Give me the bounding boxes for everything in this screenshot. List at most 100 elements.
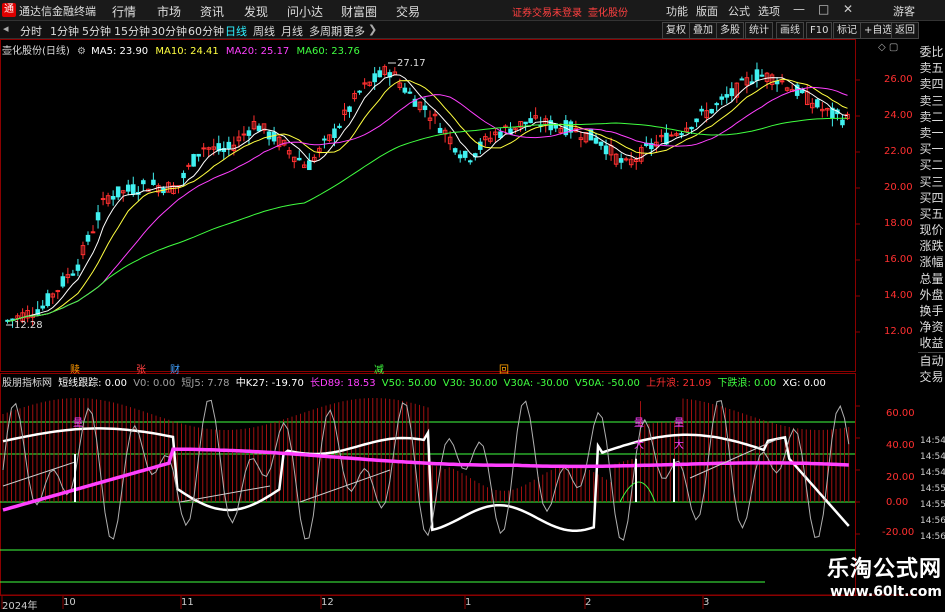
kline-chart[interactable] bbox=[0, 39, 918, 609]
menu-news[interactable]: 资讯 bbox=[200, 3, 224, 20]
more-arrow-icon[interactable]: ❯ bbox=[368, 23, 377, 36]
multi-stock-button[interactable]: 多股 bbox=[716, 22, 744, 39]
menu-discover[interactable]: 发现 bbox=[244, 3, 268, 20]
candle-body bbox=[377, 70, 382, 78]
period-tab-intraday[interactable]: 分时 bbox=[20, 23, 42, 39]
sidebar-item[interactable]: 自动 bbox=[918, 351, 945, 369]
login-warning[interactable]: 证券交易未登录 bbox=[512, 4, 582, 19]
candle-body bbox=[603, 145, 609, 155]
sidebar-item[interactable]: 卖四 bbox=[918, 76, 945, 92]
period-tab-more[interactable]: 更多 bbox=[343, 23, 365, 39]
menu-ask-xiaoda[interactable]: 问小达 bbox=[287, 3, 323, 20]
menu-market-quotes[interactable]: 行情 bbox=[112, 3, 136, 20]
minimize-icon[interactable]: — bbox=[793, 2, 805, 16]
menu-formula[interactable]: 公式 bbox=[728, 3, 750, 19]
sidebar-item[interactable]: 买一 bbox=[918, 141, 945, 157]
low-price-label: 12.28 bbox=[14, 320, 43, 331]
period-tab-15min[interactable]: 15分钟 bbox=[114, 23, 150, 39]
menu-functions[interactable]: 功能 bbox=[666, 3, 688, 19]
menu-layout[interactable]: 版面 bbox=[696, 3, 718, 19]
menu-trade[interactable]: 交易 bbox=[396, 3, 420, 20]
period-tab-daily[interactable]: 日线 bbox=[225, 23, 247, 39]
candle-body bbox=[296, 157, 302, 161]
ind-short-j5: 短J5: 7.78 bbox=[181, 378, 230, 389]
sidebar-item[interactable]: 涨跌 bbox=[918, 238, 945, 254]
candle-body bbox=[815, 99, 820, 108]
sidebar-item[interactable]: 换手 bbox=[918, 303, 945, 319]
indicator-name[interactable]: 股朋指标网 bbox=[2, 378, 52, 389]
ind-y-tick-0: 0.00 bbox=[886, 497, 909, 508]
close-icon[interactable]: ✕ bbox=[843, 2, 853, 16]
sidebar-item[interactable]: 买五 bbox=[918, 206, 945, 222]
tick-time: 14:55 bbox=[920, 484, 945, 494]
overlay-button[interactable]: 叠加 bbox=[689, 22, 717, 39]
sidebar-item[interactable]: 委比 bbox=[918, 44, 945, 60]
sidebar-item[interactable]: 涨幅 bbox=[918, 254, 945, 270]
sidebar-item[interactable]: 收益 bbox=[918, 335, 945, 351]
menu-market[interactable]: 市场 bbox=[157, 3, 181, 20]
period-tab-5min[interactable]: 5分钟 bbox=[82, 23, 111, 39]
sidebar-item[interactable]: 买四 bbox=[918, 190, 945, 206]
candle-body bbox=[45, 293, 51, 306]
candle-body bbox=[70, 273, 76, 276]
period-tab-60min[interactable]: 60分钟 bbox=[188, 23, 224, 39]
period-tab-1min[interactable]: 1分钟 bbox=[50, 23, 79, 39]
guest-label[interactable]: 游客 bbox=[893, 3, 915, 19]
sidebar-item[interactable]: 总量 bbox=[918, 271, 945, 287]
sidebar-item[interactable]: 买三 bbox=[918, 174, 945, 190]
stats-button[interactable]: 统计 bbox=[745, 22, 773, 39]
period-tab-multi[interactable]: 多周期 bbox=[309, 23, 342, 39]
quote-sidebar: 委比 卖五 卖四 卖三 卖二 卖一 买一 买二 买三 买四 买五 现价 涨跌 涨… bbox=[918, 44, 945, 385]
candle-body bbox=[75, 264, 81, 271]
big-marker: 大 bbox=[674, 440, 684, 451]
sidebar-item[interactable]: 卖一 bbox=[918, 125, 945, 141]
ma5-line bbox=[7, 74, 848, 322]
sidebar-item[interactable]: 卖三 bbox=[918, 93, 945, 109]
candle-body bbox=[679, 133, 684, 136]
sidebar-item[interactable]: 买二 bbox=[918, 157, 945, 173]
candle-body bbox=[402, 87, 408, 93]
maximize-icon[interactable]: □ bbox=[818, 2, 829, 16]
ma10-label: MA10: 24.41 bbox=[155, 46, 219, 57]
back-button[interactable]: 返回 bbox=[891, 22, 919, 39]
candle-body bbox=[498, 131, 503, 139]
candle-body bbox=[467, 160, 473, 163]
candle-body bbox=[337, 125, 342, 128]
candle-body bbox=[699, 108, 704, 112]
sidebar-item[interactable]: 卖二 bbox=[918, 109, 945, 125]
candle-body bbox=[523, 121, 528, 125]
sidebar-item[interactable]: 卖五 bbox=[918, 60, 945, 76]
draw-line-button[interactable]: 画线 bbox=[776, 22, 804, 39]
candle-body bbox=[201, 147, 206, 150]
f10-button[interactable]: F10 bbox=[806, 22, 833, 39]
menu-wealth-circle[interactable]: 财富圈 bbox=[341, 3, 377, 20]
trend-line bbox=[179, 485, 271, 503]
volume-marker: 量 bbox=[73, 418, 83, 429]
y-tick-16: 16.00 bbox=[884, 254, 913, 265]
candle-body bbox=[40, 305, 45, 309]
candle-body bbox=[719, 96, 725, 100]
chart-option-icons[interactable]: ◇ ▢ bbox=[878, 42, 898, 53]
period-tab-weekly[interactable]: 周线 bbox=[253, 23, 275, 39]
mark-button[interactable]: 标记 bbox=[833, 22, 861, 39]
candle-body bbox=[95, 212, 101, 221]
candle-body bbox=[141, 180, 146, 185]
menu-options[interactable]: 选项 bbox=[758, 3, 780, 19]
sidebar-item[interactable]: 现价 bbox=[918, 222, 945, 238]
trend-line bbox=[689, 437, 781, 479]
ind-y-tick-20: 20.00 bbox=[886, 472, 915, 483]
tick-time: 14:56 bbox=[920, 516, 945, 526]
sidebar-item[interactable]: 交易 bbox=[918, 369, 945, 385]
collapse-icon[interactable]: ◂ bbox=[3, 22, 9, 35]
candle-body bbox=[840, 119, 845, 126]
sidebar-item[interactable]: 外盘 bbox=[918, 287, 945, 303]
candle-body bbox=[100, 198, 106, 201]
sidebar-item[interactable]: 净资 bbox=[918, 319, 945, 335]
candle-body bbox=[437, 127, 443, 134]
candle-body bbox=[256, 125, 262, 132]
period-tab-monthly[interactable]: 月线 bbox=[281, 23, 303, 39]
ind-long-d89: 长D89: 18.53 bbox=[310, 378, 376, 389]
adjust-button[interactable]: 复权 bbox=[662, 22, 690, 39]
period-tab-30min[interactable]: 30分钟 bbox=[151, 23, 187, 39]
settings-gear-icon[interactable]: ⚙ bbox=[77, 46, 86, 57]
